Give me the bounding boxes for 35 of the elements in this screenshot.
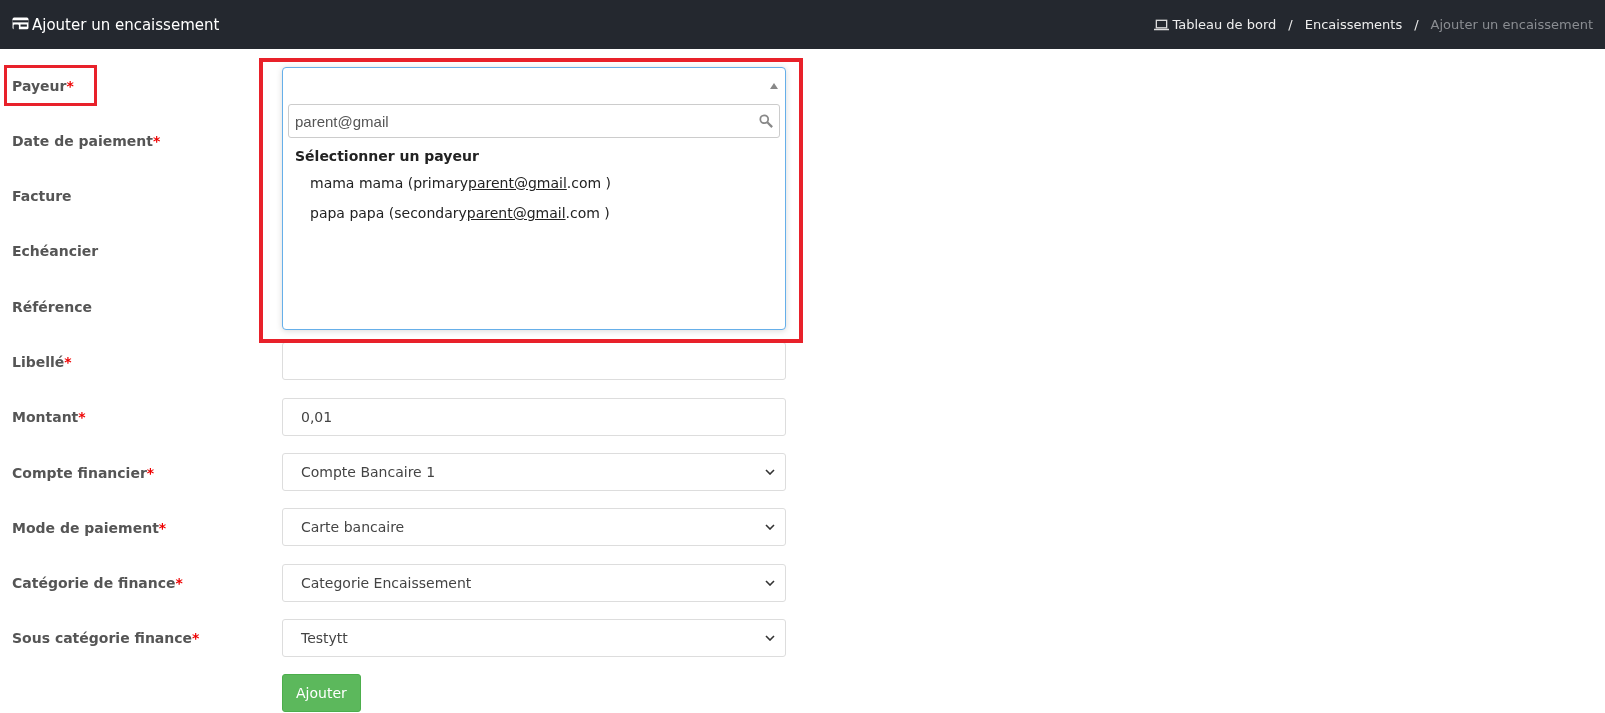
field-label: Payeur* <box>12 77 74 94</box>
field-label: Montant* <box>12 409 86 426</box>
breadcrumb-link[interactable]: Tableau de bord <box>1172 17 1277 32</box>
breadcrumb-link[interactable]: Encaissements <box>1304 17 1403 32</box>
field-label: Echéancier <box>12 243 99 260</box>
field-label: Référence <box>12 298 93 315</box>
search-field[interactable]: parent@gmail <box>288 104 780 138</box>
field-label: Compte financier* <box>12 464 155 481</box>
chevron-down-icon <box>765 579 775 586</box>
dropdown-option[interactable]: mama mama (primaryparent@gmail.com ) <box>288 168 780 198</box>
laptop-icon <box>1154 18 1170 31</box>
dropdown-option[interactable]: papa papa (secondaryparent@gmail.com ) <box>288 198 780 228</box>
breadcrumb-separator: / <box>1288 17 1293 32</box>
field-label: Catégorie de finance* <box>12 575 183 592</box>
search-icon <box>759 114 773 128</box>
chevron-down-icon <box>765 469 775 476</box>
field-label: Facture <box>12 188 72 205</box>
page-title: Ajouter un encaissement <box>12 15 220 34</box>
field-label: Libellé* <box>12 354 72 370</box>
text-field[interactable]: 0,01 <box>282 397 786 436</box>
caret-up-icon <box>770 83 778 89</box>
select-field[interactable]: Categorie Encaissement <box>282 563 786 602</box>
field-label: Mode de paiement* <box>12 519 167 536</box>
select-field[interactable]: Testytt <box>282 618 786 657</box>
card-icon <box>12 17 29 32</box>
select-field[interactable]: Carte bancaire <box>282 508 786 547</box>
breadcrumb-current: Ajouter un encaissement <box>1430 17 1593 32</box>
text-field[interactable] <box>282 342 786 381</box>
select-field[interactable]: Compte Bancaire 1 <box>282 453 786 492</box>
chevron-down-icon <box>765 634 775 641</box>
chevron-down-icon <box>765 524 775 531</box>
field-label: Sous catégorie finance* <box>12 630 200 647</box>
breadcrumb-separator: / <box>1414 17 1419 32</box>
field-label: Date de paiement* <box>12 132 161 149</box>
option-group-label: Sélectionner un payeur <box>294 147 480 166</box>
